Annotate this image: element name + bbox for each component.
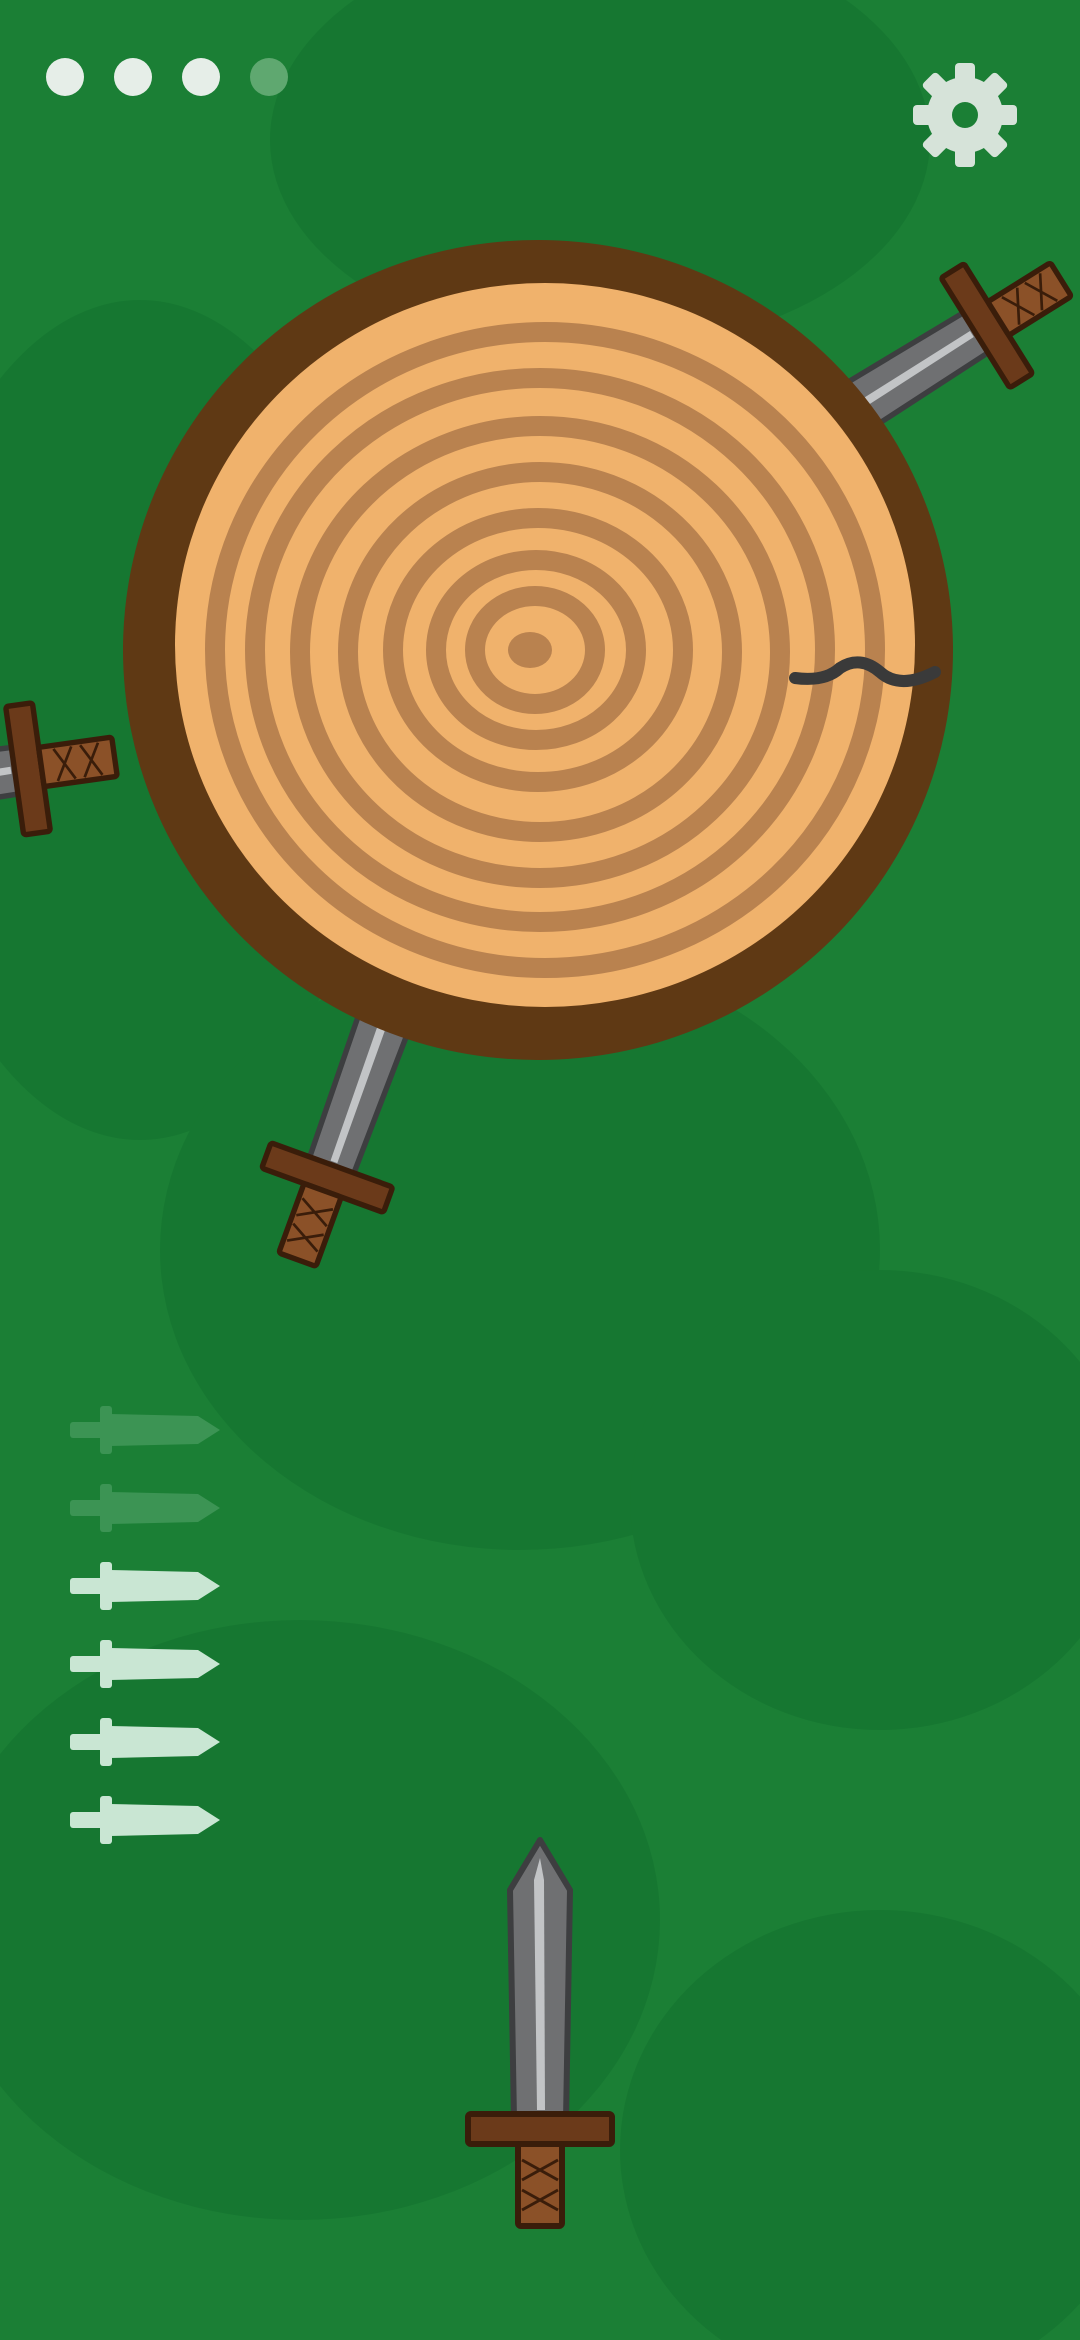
remaining-knife-icon: [70, 1634, 220, 1694]
throw-area[interactable]: [460, 1835, 620, 2235]
remaining-knife-icon: [70, 1790, 220, 1850]
stage-dot: [46, 58, 84, 96]
stage-dot: [114, 58, 152, 96]
settings-button[interactable]: [910, 60, 1020, 170]
used-knife-icon: [70, 1478, 220, 1538]
gear-icon: [913, 63, 1017, 167]
remaining-knife-icon: [70, 1556, 220, 1616]
knife-counter: [70, 1400, 230, 1868]
stage-progress: [46, 58, 288, 96]
stage-dot: [250, 58, 288, 96]
used-knife-icon: [70, 1400, 220, 1460]
stage-dot: [182, 58, 220, 96]
remaining-knife-icon: [70, 1712, 220, 1772]
